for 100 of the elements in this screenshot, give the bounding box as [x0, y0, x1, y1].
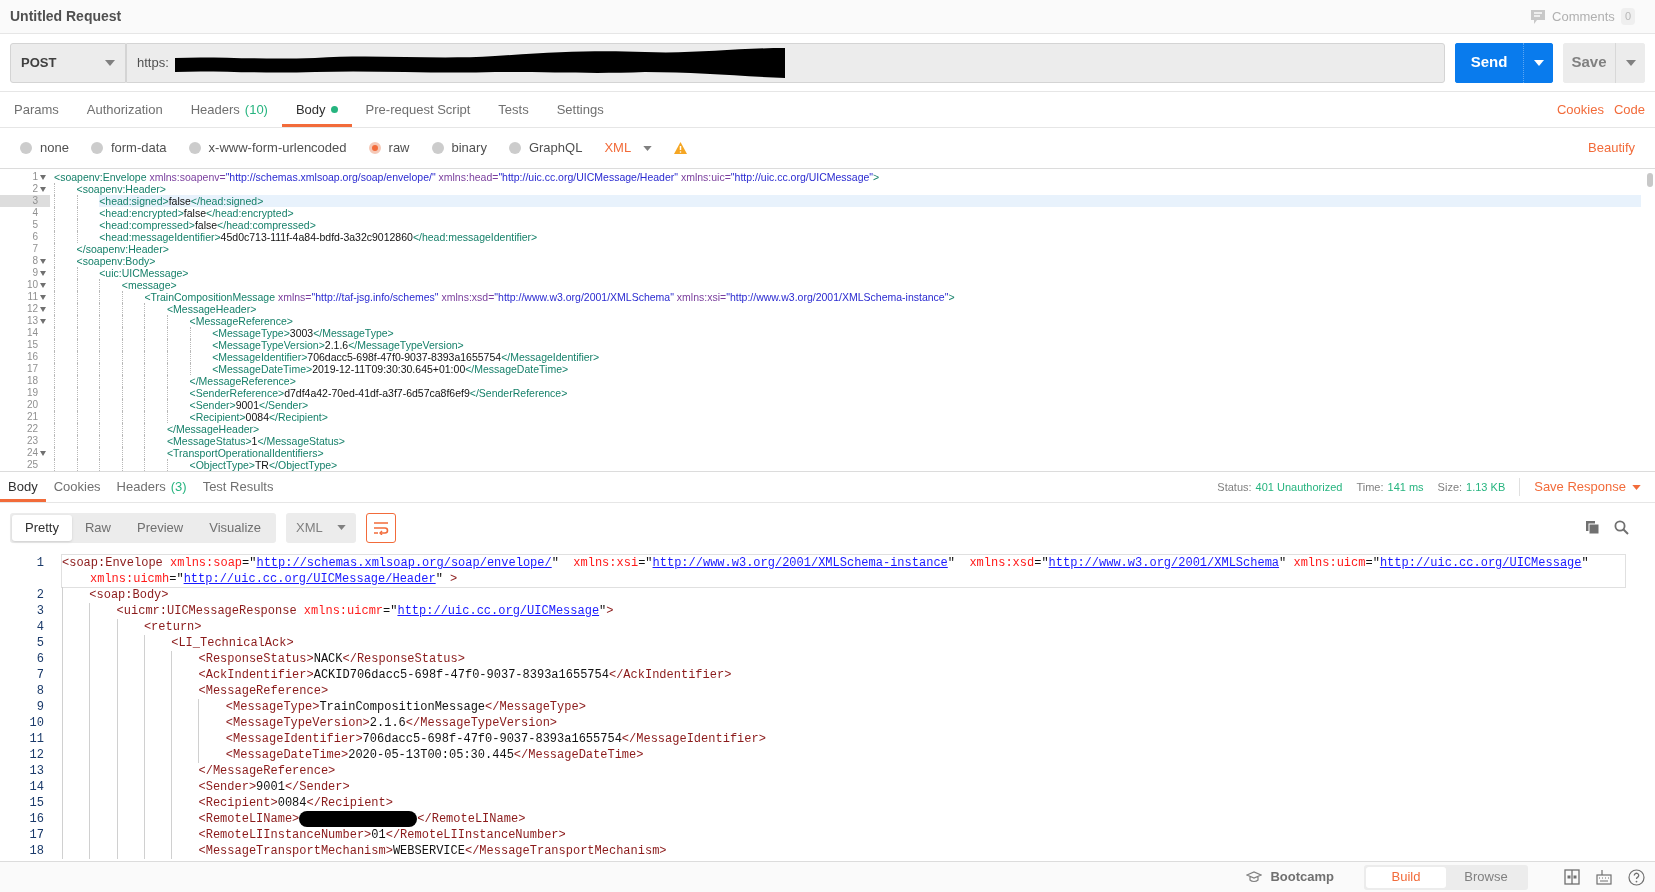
response-tab[interactable]: Test Results	[194, 472, 282, 502]
save-options-button[interactable]	[1615, 42, 1645, 83]
view-mode-tab[interactable]: Pretty	[12, 514, 72, 541]
caret-icon	[337, 525, 347, 530]
two-pane-icon[interactable]	[1564, 869, 1580, 885]
fold-arrow-icon[interactable]	[40, 186, 46, 192]
line-number: 13	[26, 315, 38, 327]
fold-arrow-icon[interactable]	[40, 270, 46, 276]
code-line: <LI_TechnicalAck>	[171, 635, 295, 651]
tab-link[interactable]: Code	[1613, 99, 1645, 120]
body-format-dropdown[interactable]: XML	[604, 138, 653, 158]
meta-value: 401 Unauthorized	[1255, 479, 1343, 495]
footer-mode-tab[interactable]: Build	[1366, 866, 1446, 888]
line-number: 12	[29, 748, 44, 762]
footer-mode-tab[interactable]: Browse	[1446, 866, 1526, 888]
fold-arrow-icon[interactable]	[40, 318, 46, 324]
request-tab[interactable]: Tests	[484, 92, 543, 127]
code-line: <Recipient>0084</Recipient>	[198, 795, 394, 811]
code-line: <MessageStatus>1</MessageStatus>	[166, 435, 346, 447]
tab-link[interactable]: Cookies	[1556, 99, 1604, 120]
caret-icon	[105, 59, 115, 66]
code-line: <MessageReference>	[189, 315, 294, 327]
code-line: <soap:Body>	[89, 587, 170, 603]
request-title: Untitled Request	[10, 7, 122, 26]
code-line: <MessageTypeVersion>2.1.6</MessageTypeVersion>	[225, 715, 559, 731]
save-response-dropdown[interactable]: Save Response	[1534, 477, 1641, 497]
line-number: 10	[26, 279, 38, 291]
fold-arrow-icon[interactable]	[40, 282, 46, 288]
line-number: 4	[32, 207, 38, 219]
warning-icon	[674, 142, 688, 154]
response-tab[interactable]: Cookies	[45, 472, 109, 502]
method-dropdown[interactable]: POST	[10, 42, 126, 83]
radio-button[interactable]	[90, 142, 103, 154]
code-line: <MessageReference>	[198, 683, 330, 699]
radio-button[interactable]	[508, 142, 521, 154]
line-number: 6	[32, 231, 38, 243]
request-tab[interactable]: Pre-request Script	[351, 92, 485, 127]
code-line: <uic:UICMessage>	[99, 267, 190, 279]
line-number: 8	[32, 255, 38, 267]
fold-arrow-icon[interactable]	[40, 174, 46, 180]
fold-arrow-icon[interactable]	[40, 306, 46, 312]
body-mode-option[interactable]: GraphQL	[508, 138, 583, 158]
bootcamp-button[interactable]: Bootcamp	[1246, 867, 1334, 887]
line-number: 14	[26, 327, 38, 339]
code-line: <RemoteLIInstanceNumber>01</RemoteLIInstanceNumber>	[198, 827, 567, 844]
code-line: <Sender>9001</Sender>	[189, 399, 310, 411]
search-icon[interactable]	[1614, 520, 1629, 535]
request-tab[interactable]: Settings	[542, 92, 618, 127]
request-tab[interactable]: Headers (10)	[176, 92, 282, 127]
scrollbar[interactable]	[1647, 173, 1653, 187]
response-tab[interactable]: Headers (3)	[108, 472, 195, 502]
code-line: </soapenv:Header>	[76, 243, 170, 255]
fold-arrow-icon[interactable]	[40, 450, 46, 456]
line-number: 23	[26, 435, 38, 447]
fold-arrow-icon[interactable]	[40, 258, 46, 264]
send-options-button[interactable]	[1523, 42, 1553, 83]
keyboard-icon[interactable]	[1596, 869, 1612, 885]
body-mode-option[interactable]: none	[20, 138, 69, 158]
line-number: 17	[26, 363, 38, 375]
wrap-lines-button[interactable]	[366, 512, 397, 543]
body-mode-option[interactable]: raw	[368, 138, 410, 158]
body-mode-option[interactable]: form-data	[90, 138, 167, 158]
code-line: <uicmr:UICMessageResponse xmlns:uicmr="http://uic.cc.org/UICMessage">	[116, 603, 615, 619]
caret-icon	[1533, 59, 1544, 66]
url-field[interactable]: https:	[126, 42, 1445, 83]
line-number: 16	[26, 351, 38, 363]
format-dropdown[interactable]: XML	[286, 512, 357, 543]
line-number: 11	[27, 291, 38, 303]
view-mode-tab[interactable]: Visualize	[196, 514, 275, 541]
body-mode-option[interactable]: binary	[431, 138, 487, 158]
help-icon[interactable]	[1628, 868, 1645, 886]
caret-icon	[1625, 59, 1636, 66]
line-number: 15	[26, 339, 38, 351]
code-line: <return>	[143, 619, 203, 635]
request-tab[interactable]: Body	[281, 92, 352, 127]
view-mode-tab[interactable]: Preview	[124, 514, 197, 541]
radio-button[interactable]	[20, 142, 32, 154]
code-line: </MessageHeader>	[166, 423, 261, 435]
view-mode-tab[interactable]: Raw	[71, 514, 124, 541]
request-tab[interactable]: Params	[0, 92, 73, 127]
meta-value: 1.13 KB	[1466, 479, 1506, 495]
code-line: <MessageDateTime>2020-05-13T00:05:30.445</MessageDateTime>	[225, 747, 645, 763]
radio-button[interactable]	[431, 142, 444, 154]
request-tab[interactable]: Authorization	[72, 92, 177, 127]
code-line: <soap:Envelope xmlns:soap="http://schemas.xmlsoap.org/soap/envelope/" xmlns:xsi="http://www.w3.org/2001/XMLSchema-instance" xmlns:xsd="http://www.w3.org/2001/XMLSchema" xmlns:uicm="http://uic.cc.org/UICMessage" xmlns:uicmh="http://uic.cc.org/UICMessage/Header" >	[62, 555, 1625, 587]
line-number: 25	[26, 459, 38, 471]
line-number: 1	[32, 171, 38, 183]
copy-icon[interactable]	[1585, 520, 1600, 535]
response-tab[interactable]: Body	[0, 472, 46, 502]
radio-button[interactable]	[368, 142, 381, 154]
fold-arrow-icon[interactable]	[40, 294, 46, 300]
code-line: </MessageReference>	[198, 763, 337, 779]
body-mode-option[interactable]: x-www-form-urlencoded	[188, 138, 347, 158]
line-number: 2	[32, 183, 38, 195]
line-number: 13	[29, 764, 44, 778]
radio-button[interactable]	[188, 142, 201, 154]
line-number: 12	[26, 303, 38, 315]
beautify-link[interactable]: Beautify	[1588, 138, 1635, 158]
code-line: <MessageType>3003</MessageType>	[212, 327, 395, 339]
code-line: <MessageIdentifier>706dacc5-698f-47f0-9037-8393a1655754</MessageIdentifier>	[212, 351, 601, 363]
